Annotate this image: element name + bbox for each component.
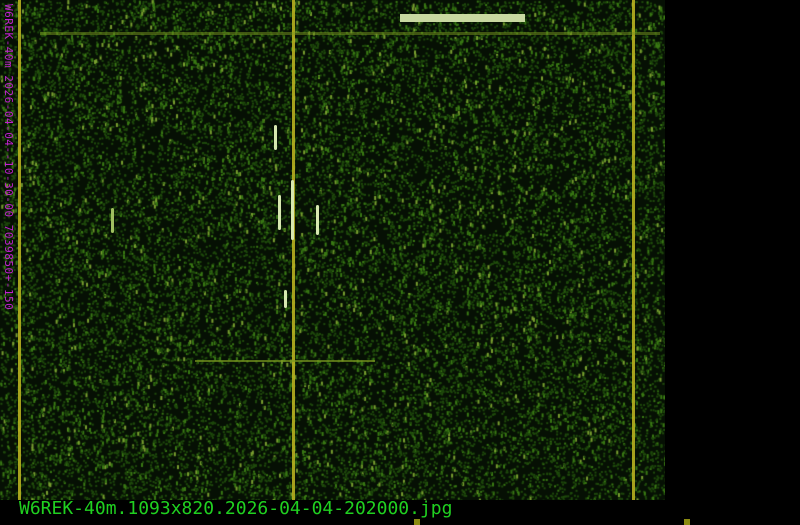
- signal-trace: [284, 290, 287, 308]
- tick-mark: [414, 519, 420, 525]
- signal-trace: [291, 180, 294, 240]
- filename-caption: W6REK-40m.1093x820.2026-04-04-202000.jpg: [19, 498, 453, 519]
- tick-mark: [684, 519, 690, 525]
- marker-line-left: [18, 0, 21, 500]
- signal-trace: [316, 205, 319, 235]
- signal-trace: [278, 195, 281, 230]
- marker-line-center: [292, 0, 295, 500]
- horizontal-trace: [195, 360, 375, 362]
- bright-band: [400, 14, 525, 22]
- signal-trace: [111, 208, 114, 233]
- signal-trace: [274, 125, 277, 150]
- spectrogram-image: W6REK-40m 2026-04-04--10-30-00 7039850+-…: [0, 0, 665, 500]
- waterfall-noise: [0, 0, 665, 500]
- top-band: [40, 32, 660, 35]
- side-label: W6REK-40m 2026-04-04--10-30-00 7039850+-…: [2, 4, 15, 311]
- marker-line-right: [632, 0, 635, 500]
